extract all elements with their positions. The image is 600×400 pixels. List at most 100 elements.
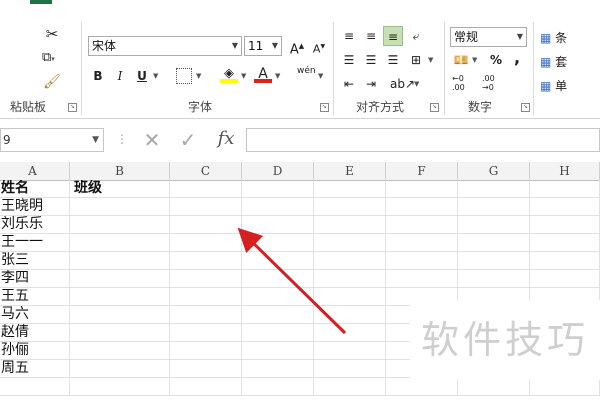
column-header[interactable]: A — [0, 162, 70, 181]
format-painter-icon[interactable]: 🖌 — [42, 72, 62, 92]
align-left-icon[interactable]: ☰ — [339, 50, 359, 70]
phonetic-icon[interactable]: wén — [297, 66, 316, 76]
decrease-decimal-button[interactable]: .00 →0 — [482, 74, 506, 92]
percent-button[interactable]: % — [486, 50, 506, 70]
grid-cell[interactable] — [242, 342, 314, 360]
name-box[interactable]: 9 ▼ — [0, 128, 104, 152]
grid-cell[interactable] — [70, 252, 170, 270]
comma-button[interactable]: , — [507, 48, 527, 68]
grid-cell[interactable] — [386, 198, 458, 216]
merge-center-icon[interactable]: ⊞ — [406, 50, 426, 70]
fill-dropdown-icon[interactable]: ▼ — [241, 72, 246, 80]
grid-cell[interactable] — [314, 216, 386, 234]
copy-icon[interactable]: ⧉▾ — [42, 48, 72, 68]
column-header[interactable]: C — [170, 162, 242, 181]
grid-cell[interactable] — [242, 198, 314, 216]
grid-cell[interactable] — [314, 234, 386, 252]
decrease-indent-icon[interactable]: ⇤ — [339, 74, 359, 94]
grid-cell[interactable] — [314, 324, 386, 342]
cell-styles-button[interactable]: ▦ 单 — [540, 76, 600, 96]
grid-cell[interactable] — [170, 342, 242, 360]
grid-cell[interactable]: 李四 — [0, 270, 70, 288]
grid-cell[interactable] — [458, 252, 530, 270]
cut-icon[interactable]: ✂ — [42, 24, 62, 44]
grid-cell[interactable] — [458, 216, 530, 234]
grid-cell[interactable] — [386, 216, 458, 234]
grid-cell[interactable] — [386, 252, 458, 270]
grid-cell[interactable] — [170, 324, 242, 342]
grid-cell[interactable] — [314, 180, 386, 198]
cancel-icon[interactable]: ✕ — [140, 128, 164, 152]
grid-cell[interactable] — [170, 198, 242, 216]
grid-cell[interactable]: 刘乐乐 — [0, 216, 70, 234]
grid-cell[interactable] — [314, 342, 386, 360]
grid-cell[interactable] — [242, 270, 314, 288]
grid-cell[interactable] — [314, 252, 386, 270]
formula-input[interactable] — [246, 128, 600, 152]
grid-cell[interactable] — [386, 180, 458, 198]
grid-cell[interactable] — [242, 360, 314, 378]
grid-cell[interactable] — [170, 252, 242, 270]
grid-cell[interactable] — [314, 378, 386, 396]
italic-button[interactable]: I — [110, 66, 130, 86]
grid-cell[interactable] — [530, 270, 600, 288]
grid-cell[interactable] — [314, 198, 386, 216]
bold-button[interactable]: B — [88, 66, 108, 86]
phonetic-dropdown-icon[interactable]: ▼ — [318, 72, 323, 80]
grid-cell[interactable]: 王一一 — [0, 234, 70, 252]
grid-cell[interactable] — [314, 270, 386, 288]
column-header[interactable]: H — [530, 162, 600, 181]
column-header[interactable]: D — [242, 162, 314, 181]
grid-cell[interactable]: 王五 — [0, 288, 70, 306]
align-top-icon[interactable]: ≡ — [339, 26, 359, 46]
grid-cell[interactable] — [170, 360, 242, 378]
grid-cell[interactable] — [458, 180, 530, 198]
grid-cell[interactable] — [314, 306, 386, 324]
grid-cell[interactable] — [70, 360, 170, 378]
grid-cell[interactable] — [458, 234, 530, 252]
grid-cell[interactable] — [170, 270, 242, 288]
grid-cell[interactable] — [70, 270, 170, 288]
fill-color-icon[interactable]: ◈ — [220, 66, 238, 86]
grid-cell[interactable] — [314, 360, 386, 378]
grid-cell[interactable] — [530, 216, 600, 234]
grid-cell[interactable] — [530, 378, 600, 396]
grow-font-button[interactable]: A▲ — [287, 36, 307, 57]
currency-dropdown-icon[interactable]: ▼ — [472, 56, 477, 64]
format-table-button[interactable]: ▦ 套 — [540, 52, 600, 72]
currency-icon[interactable]: 💴 — [451, 50, 471, 70]
grid-cell[interactable] — [170, 234, 242, 252]
column-header[interactable]: G — [458, 162, 530, 181]
grid-cell[interactable]: 姓名 — [0, 180, 70, 198]
chevron-down-icon[interactable]: ▼ — [92, 135, 99, 145]
grid-cell[interactable]: 班级 — [70, 180, 170, 198]
grid-cell[interactable] — [386, 270, 458, 288]
grid-cell[interactable] — [70, 324, 170, 342]
wrap-text-icon[interactable]: ⤶ — [406, 26, 426, 46]
font-color-dropdown-icon[interactable]: ▼ — [275, 72, 280, 80]
align-center-icon[interactable]: ☰ — [361, 50, 381, 70]
grid-cell[interactable]: 张三 — [0, 252, 70, 270]
clipboard-launcher-icon[interactable]: ↘ — [68, 103, 77, 112]
grid-cell[interactable] — [170, 288, 242, 306]
grid-cell[interactable] — [242, 288, 314, 306]
grid-cell[interactable] — [242, 252, 314, 270]
enter-icon[interactable]: ✓ — [176, 128, 200, 152]
shrink-font-button[interactable]: A▼ — [309, 37, 329, 57]
grid-cell[interactable] — [242, 180, 314, 198]
grid-cell[interactable]: 王晓明 — [0, 198, 70, 216]
orientation-dropdown-icon[interactable]: ▼ — [414, 80, 419, 88]
grid-cell[interactable] — [170, 378, 242, 396]
grid-cell[interactable] — [242, 216, 314, 234]
column-header[interactable]: F — [386, 162, 458, 181]
grid-cell[interactable]: 马六 — [0, 306, 70, 324]
grid-cell[interactable] — [386, 234, 458, 252]
grid-cell[interactable] — [70, 288, 170, 306]
align-middle-icon[interactable]: ≡ — [361, 26, 381, 46]
font-launcher-icon[interactable]: ↘ — [320, 103, 329, 112]
grid-cell[interactable] — [170, 306, 242, 324]
grid-cell[interactable] — [458, 378, 530, 396]
grid-cell[interactable] — [242, 234, 314, 252]
orientation-icon[interactable]: ab↗ — [390, 74, 415, 94]
grid-cell[interactable] — [242, 378, 314, 396]
